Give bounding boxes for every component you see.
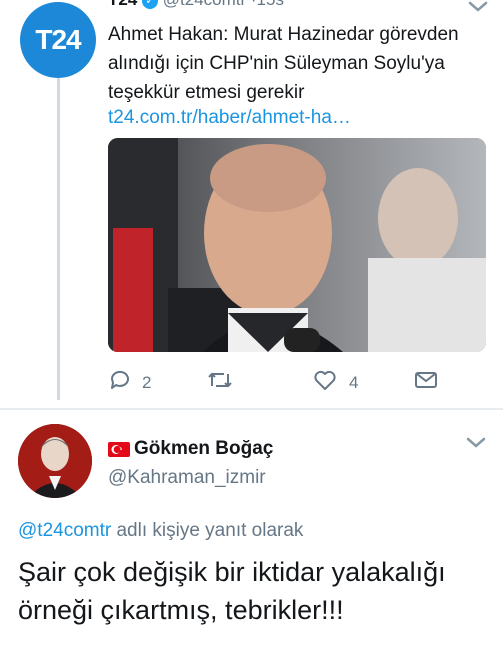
share-icon [414,368,438,397]
divider [0,408,503,410]
avatar-logo-text: T24 [35,24,81,55]
tweet-header: T24 ✓ @t24comtr ·15s [108,0,284,10]
tweet-link[interactable]: t24.com.tr/haber/ahmet-ha… [108,107,351,129]
like-count: 4 [349,372,359,392]
chevron-down-icon[interactable] [465,436,487,455]
author-name-text: Gökmen Boğaç [134,438,274,459]
tweet-actions: 2 4 [108,368,438,394]
share-button[interactable] [414,368,438,397]
avatar[interactable] [18,424,92,498]
reply-context-label: adlı kişiye yanıt olarak [111,520,304,541]
thread-line [57,78,60,400]
author-name[interactable]: Gökmen Boğaç [108,438,273,460]
retweet-icon [206,368,234,397]
tweet-time: ·15s [251,0,284,9]
retweet-button[interactable] [206,368,234,397]
reply-button[interactable]: 2 [108,368,151,397]
chevron-down-icon[interactable] [467,0,489,19]
reply-count: 2 [142,372,152,392]
reply-icon [108,368,132,397]
reply-context: @t24comtr adlı kişiye yanıt olarak [18,520,303,542]
verified-icon: ✓ [142,0,159,9]
author-handle[interactable]: @t24comtr [163,0,246,9]
avatar[interactable]: T24 [20,2,96,78]
author-name[interactable]: T24 [108,0,137,9]
like-icon [313,368,337,397]
tweet-text: Ahmet Hakan: Murat Hazinedar görevden al… [108,24,459,103]
reply-mention[interactable]: @t24comtr [18,520,111,541]
tweet-text: Şair çok değişik bir iktidar yalakalığı … [18,557,446,625]
tweet-photo[interactable] [108,138,486,352]
like-button[interactable]: 4 [313,368,358,397]
author-handle[interactable]: @Kahraman_izmir [108,467,266,489]
turkish-flag-icon [108,441,130,457]
